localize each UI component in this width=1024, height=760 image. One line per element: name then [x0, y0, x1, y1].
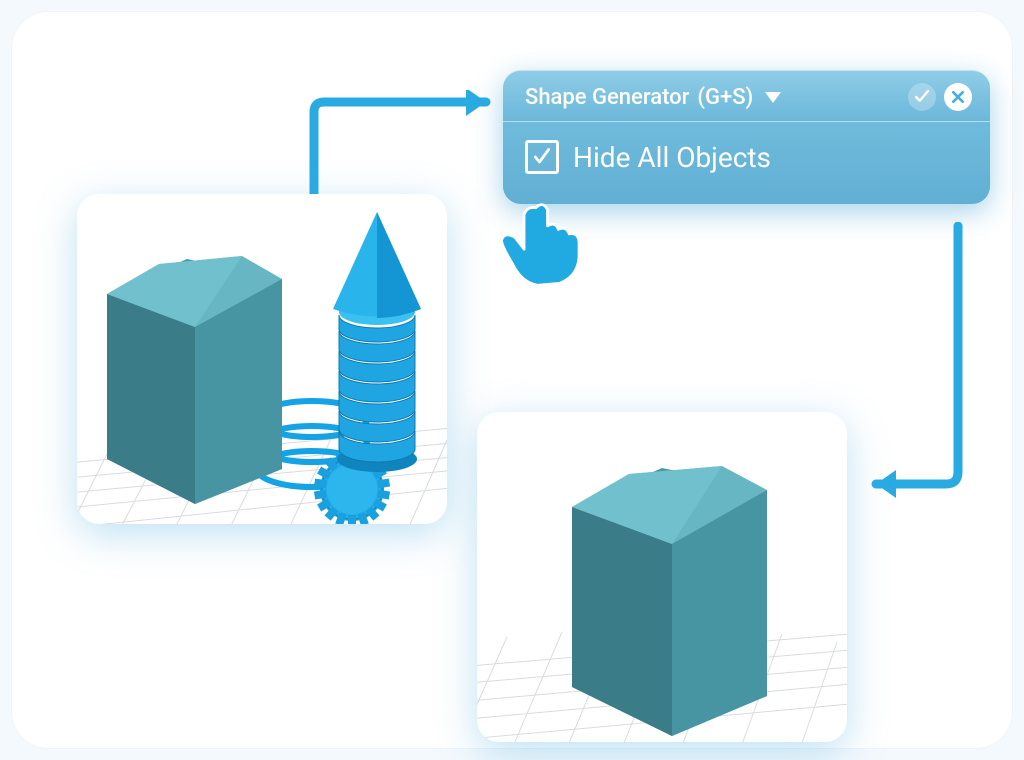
- hide-all-objects-label: Hide All Objects: [573, 141, 771, 174]
- diagram-canvas: Shape Generator (G+S): [12, 12, 1012, 748]
- viewport-before: [77, 194, 447, 524]
- confirm-button[interactable]: [908, 83, 936, 111]
- shape-generator-panel: Shape Generator (G+S): [503, 70, 990, 204]
- flow-arrow-panel-to-after: [848, 222, 988, 512]
- hexagon-prism: [107, 256, 282, 504]
- panel-body: Hide All Objects: [503, 122, 990, 204]
- panel-shortcut: (G+S): [697, 85, 753, 110]
- hexagon-prism: [572, 466, 767, 736]
- close-button[interactable]: [944, 83, 972, 111]
- close-icon: [950, 89, 966, 105]
- panel-titlebar[interactable]: Shape Generator (G+S): [503, 71, 990, 122]
- pointer-cursor-icon: [498, 197, 588, 287]
- chevron-down-icon: [765, 92, 781, 103]
- panel-title-text: Shape Generator: [525, 85, 689, 110]
- screw-shape: [333, 212, 421, 472]
- viewport-after: [477, 412, 847, 742]
- check-icon: [913, 88, 931, 106]
- flow-arrow-before-to-panel: [296, 90, 516, 210]
- checkmark-icon: [532, 147, 552, 167]
- hide-all-objects-row[interactable]: Hide All Objects: [525, 140, 968, 174]
- hide-all-objects-checkbox[interactable]: [525, 140, 559, 174]
